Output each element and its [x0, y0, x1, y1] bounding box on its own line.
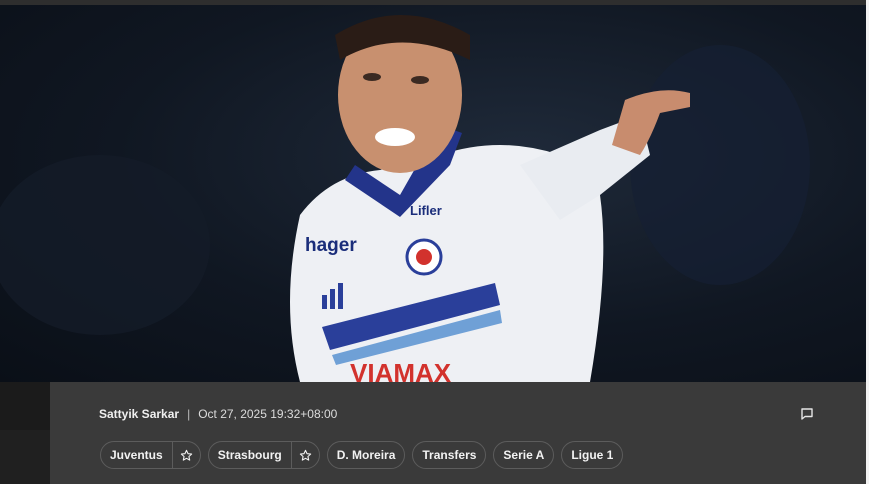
tag-serie-a[interactable]: Serie A [493, 441, 555, 469]
tag-label[interactable]: Ligue 1 [562, 448, 622, 462]
shirt-front-text: VIAMAX [350, 358, 452, 382]
article-info-panel: Sattyik Sarkar | Oct 27, 2025 19:32+08:0… [50, 382, 866, 484]
comment-icon [801, 408, 813, 420]
left-gutter [0, 382, 50, 484]
player-photo-illustration: hager Lifler VIAMAX [0, 15, 810, 382]
tag-d-moreira[interactable]: D. Moreira [326, 441, 406, 469]
tag-label[interactable]: Serie A [494, 448, 553, 462]
tag-ligue-1[interactable]: Ligue 1 [561, 441, 624, 469]
comment-button[interactable] [800, 407, 814, 421]
follow-button[interactable] [171, 442, 200, 468]
publish-date: Oct 27, 2025 19:32+08:00 [198, 407, 338, 421]
article-meta: Sattyik Sarkar | Oct 27, 2025 19:32+08:0… [99, 406, 337, 422]
tag-label[interactable]: Juventus [101, 448, 172, 462]
tag-label[interactable]: Strasbourg [209, 448, 291, 462]
tag-juventus[interactable]: Juventus [100, 441, 201, 469]
shirt-collar-text: Lifler [410, 203, 442, 218]
tag-label[interactable]: D. Moreira [328, 448, 405, 462]
star-icon [180, 449, 192, 461]
tag-list: Juventus Strasbourg D. Moreira Transfers… [100, 441, 624, 469]
tag-label[interactable]: Transfers [413, 448, 485, 462]
meta-separator: | [187, 407, 191, 421]
hero-image: hager Lifler VIAMAX [0, 5, 869, 382]
follow-button[interactable] [290, 442, 319, 468]
star-icon [299, 449, 311, 461]
author-name[interactable]: Sattyik Sarkar [99, 407, 179, 421]
shirt-sponsor-text: hager [305, 235, 357, 256]
tag-transfers[interactable]: Transfers [412, 441, 487, 469]
tag-strasbourg[interactable]: Strasbourg [207, 441, 320, 469]
